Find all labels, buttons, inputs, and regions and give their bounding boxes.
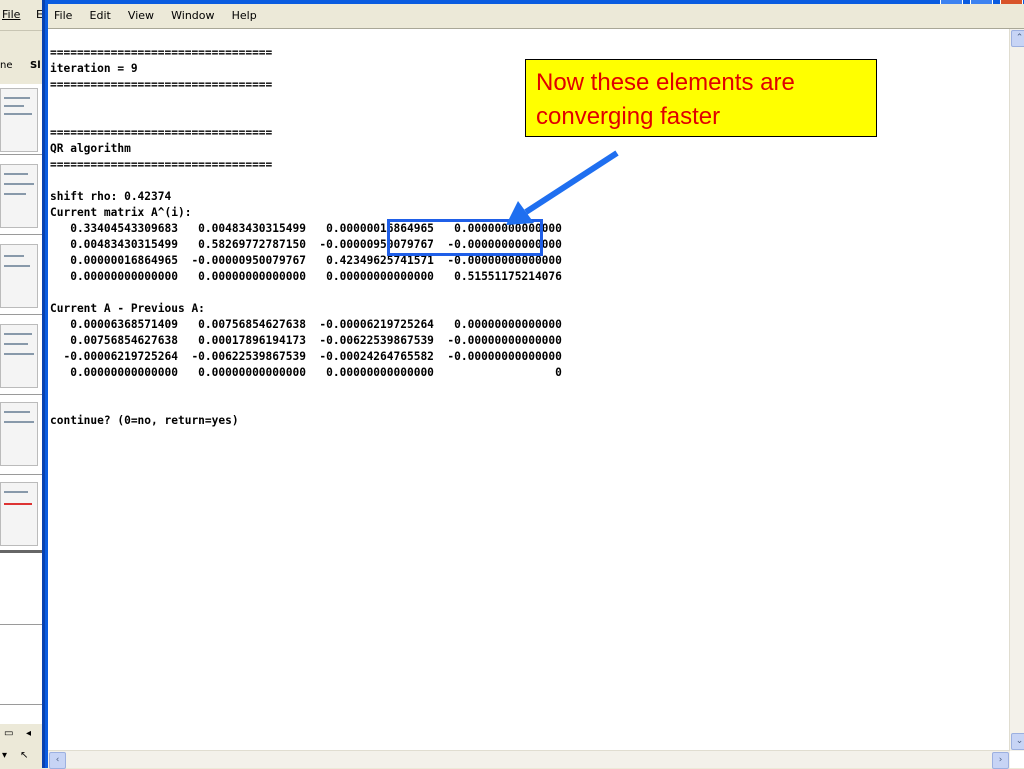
console-line: -0.00006219725264 -0.00622539867539 -0.0… xyxy=(50,350,562,363)
highlight-box xyxy=(387,219,543,256)
slide-thumbnail[interactable] xyxy=(0,164,38,228)
divider xyxy=(0,624,42,625)
divider xyxy=(0,394,42,395)
scroll-left-icon[interactable]: ◂ xyxy=(26,728,31,739)
console-line: shift rho: 0.42374 xyxy=(50,190,172,203)
console-line: ================================= xyxy=(50,158,273,171)
menu-help[interactable]: Help xyxy=(226,4,263,22)
vertical-scrollbar[interactable]: ⌃ ⌄ xyxy=(1009,29,1024,751)
divider xyxy=(0,234,42,235)
console-output-area[interactable]: ================================= iterati… xyxy=(48,29,1024,769)
divider xyxy=(0,154,42,155)
pointer-icon[interactable]: ↖ xyxy=(20,750,28,761)
divider xyxy=(0,314,42,315)
slide-sorter-icon[interactable]: ▭ xyxy=(4,728,13,739)
slide-thumbnail[interactable] xyxy=(0,244,38,308)
console-line: ================================= xyxy=(50,126,273,139)
tab-slides[interactable]: Sl xyxy=(30,60,41,71)
background-app-window: File E ne Sl ▭ ◂ ↖ ▾ xyxy=(0,0,44,768)
divider xyxy=(0,704,42,705)
background-menubar: File E xyxy=(0,0,44,31)
menu-edit[interactable]: Edit xyxy=(84,4,117,22)
divider xyxy=(0,474,42,475)
divider xyxy=(0,550,42,553)
slide-thumbnail[interactable] xyxy=(0,324,38,388)
dropdown-icon[interactable]: ▾ xyxy=(2,750,7,761)
menubar: File Edit View Window Help xyxy=(48,4,1024,29)
scroll-left-button[interactable]: ‹ xyxy=(49,752,66,769)
scroll-right-button[interactable]: › xyxy=(992,752,1009,769)
console-line: 0.00000000000000 0.00000000000000 0.0000… xyxy=(50,270,562,283)
menu-file[interactable]: File xyxy=(48,4,78,22)
console-window: File Edit View Window Help =============… xyxy=(42,0,1024,769)
console-line: ================================= xyxy=(50,46,273,59)
annotation-callout: Now these elements are converging faster xyxy=(525,59,877,137)
background-menu-file[interactable]: File xyxy=(2,8,20,21)
slide-thumbnail[interactable] xyxy=(0,402,38,466)
console-line: 0.00000000000000 0.00000000000000 0.0000… xyxy=(50,366,562,379)
slide-thumbnail-pane xyxy=(0,84,42,724)
console-line: Current A - Previous A: xyxy=(50,302,205,315)
slide-thumbnail[interactable] xyxy=(0,482,38,546)
console-line: iteration = 9 xyxy=(50,62,138,75)
menu-view[interactable]: View xyxy=(122,4,160,22)
background-drawing-toolbar: ▭ ◂ ↖ ▾ xyxy=(0,724,44,768)
console-line: continue? (0=no, return=yes) xyxy=(50,414,239,427)
console-line: QR algorithm xyxy=(50,142,131,155)
background-tabs: ne Sl xyxy=(0,58,44,78)
slide-thumbnail[interactable] xyxy=(0,88,38,152)
console-line: ================================= xyxy=(50,78,273,91)
tab-outline[interactable]: ne xyxy=(0,60,13,71)
console-line: 0.00006368571409 0.00756854627638 -0.000… xyxy=(50,318,562,331)
scroll-down-button[interactable]: ⌄ xyxy=(1011,733,1024,750)
console-line: 0.00756854627638 0.00017896194173 -0.006… xyxy=(50,334,562,347)
horizontal-scrollbar[interactable]: ‹ › xyxy=(48,750,1010,769)
scroll-up-button[interactable]: ⌃ xyxy=(1011,30,1024,47)
menu-window[interactable]: Window xyxy=(165,4,220,22)
